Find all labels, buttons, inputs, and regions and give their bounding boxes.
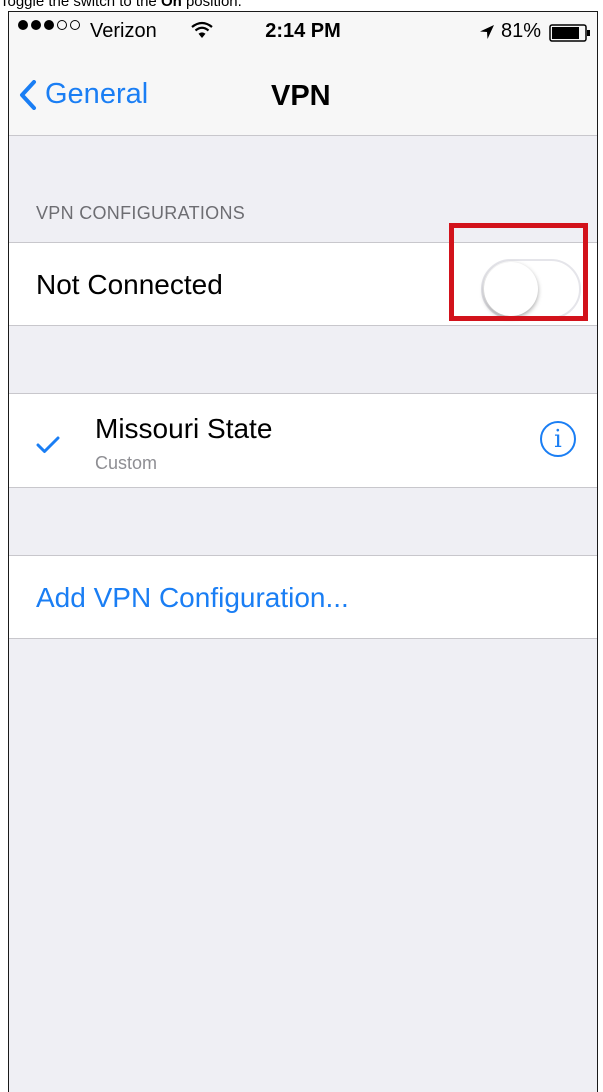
vpn-status-row: Not Connected	[9, 242, 597, 326]
add-vpn-configuration-row[interactable]: Add VPN Configuration...	[9, 555, 597, 639]
back-button[interactable]: General	[19, 78, 148, 111]
status-bar: Verizon 2:14 PM 81%	[9, 12, 597, 52]
back-button-label: General	[45, 78, 149, 110]
location-arrow-icon	[479, 23, 495, 46]
toggle-knob[interactable]	[484, 262, 538, 316]
vpn-status-label: Not Connected	[36, 269, 223, 300]
section-header-vpn-configurations: VPN CONFIGURATIONS	[36, 203, 246, 223]
vpn-configuration-type: Custom	[95, 453, 158, 473]
caption-bold: On	[160, 0, 182, 10]
vpn-toggle-switch[interactable]	[481, 259, 581, 319]
vpn-configuration-name: Missouri State	[95, 413, 273, 444]
caption-prefix: Toggle the switch to the	[0, 0, 161, 10]
vpn-configuration-row[interactable]: Missouri State Custom i	[9, 393, 597, 488]
navigation-bar: General VPN	[9, 52, 597, 136]
page-title: VPN	[271, 80, 331, 112]
battery-icon	[549, 24, 591, 48]
info-icon[interactable]: i	[540, 421, 576, 457]
checkmark-icon	[36, 436, 60, 459]
add-vpn-configuration-button[interactable]: Add VPN Configuration...	[36, 582, 349, 614]
battery-percentage: 81%	[501, 20, 542, 42]
phone-screen: Verizon 2:14 PM 81% General VPN VPN CONF…	[8, 11, 598, 1092]
instruction-caption: Toggle the switch to the On position.	[0, 0, 603, 10]
caption-suffix: position.	[181, 0, 242, 10]
chevron-left-icon	[20, 79, 36, 110]
